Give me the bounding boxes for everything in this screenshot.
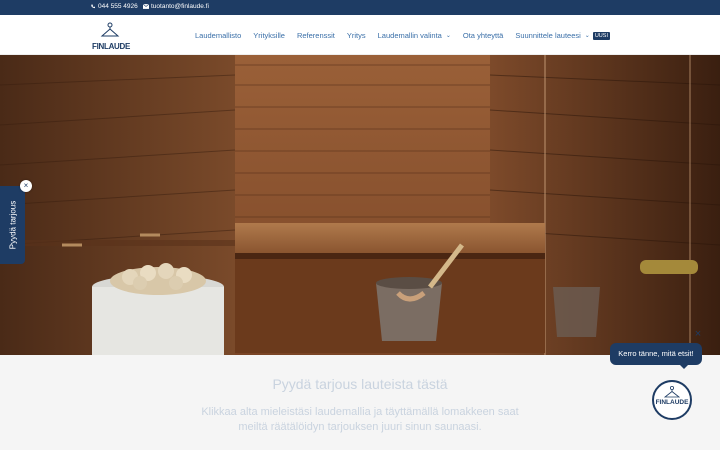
nav-item-yrityksille[interactable]: Yrityksille: [253, 31, 285, 40]
quote-section: Pyydä tarjous lauteista tästä Klikkaa al…: [0, 355, 720, 450]
new-badge: UUSI: [592, 31, 610, 40]
phone-link[interactable]: 044 555 4926: [90, 3, 138, 10]
section-description: Klikkaa alta mieleistäsi laudemallia ja …: [201, 406, 519, 433]
phone-icon: [91, 4, 95, 9]
chat-launcher[interactable]: FINLAUDE: [652, 380, 692, 420]
chevron-down-icon: ⌄: [445, 33, 451, 39]
nav-item-yritys[interactable]: Yritys: [347, 31, 366, 40]
logo-text: FINLAUDE: [92, 42, 131, 51]
main-nav: Laudemallisto Yrityksille Referenssit Yr…: [195, 31, 622, 40]
mail-icon: [143, 4, 149, 9]
nav-label: Yritys: [346, 31, 366, 40]
top-bar: 044 555 4926 tuotanto@finlaude.fi: [0, 0, 720, 15]
site-logo[interactable]: FINLAUDE: [92, 21, 131, 51]
sauna-illustration: [0, 55, 720, 355]
email-link[interactable]: tuotanto@finlaude.fi: [143, 3, 209, 10]
chat-launcher-text: FINLAUDE: [655, 399, 689, 406]
nav-label: Referenssit: [296, 31, 335, 40]
nav-item-laudemallin-valinta[interactable]: Laudemallin valinta ⌄: [378, 31, 451, 40]
hanger-icon: [100, 22, 120, 37]
quote-side-tab-label: Pyydä tarjous: [8, 200, 17, 250]
chat-close-button[interactable]: ×: [692, 328, 704, 340]
nav-item-ota-yhteytta[interactable]: Ota yhteyttä: [463, 31, 503, 40]
nav-item-suunnittele[interactable]: Suunnittele lauteesi ⌄ UUSI: [515, 31, 610, 40]
email-address: tuotanto@finlaude.fi: [151, 3, 209, 10]
site-header: FINLAUDE Laudemallisto Yrityksille Refer…: [0, 15, 720, 55]
nav-item-laudemallisto[interactable]: Laudemallisto: [195, 31, 241, 40]
hero-image: [0, 55, 720, 355]
nav-label: Suunnittele lauteesi: [515, 31, 581, 40]
nav-label: Laudemallisto: [195, 31, 242, 40]
quote-side-tab[interactable]: Pyydä tarjous: [0, 186, 25, 264]
nav-label: Ota yhteyttä: [462, 31, 504, 40]
nav-label: Yrityksille: [253, 31, 285, 40]
section-title: Pyydä tarjous lauteista tästä: [272, 376, 448, 392]
chat-prompt-bubble[interactable]: Kerro tänne, mitä etsit!: [610, 343, 702, 369]
nav-label: Laudemallin valinta: [377, 31, 442, 40]
nav-item-referenssit[interactable]: Referenssit: [297, 31, 335, 40]
chevron-down-icon: ⌄: [584, 33, 590, 39]
side-tab-close-button[interactable]: ×: [20, 180, 32, 192]
phone-number: 044 555 4926: [98, 3, 138, 10]
